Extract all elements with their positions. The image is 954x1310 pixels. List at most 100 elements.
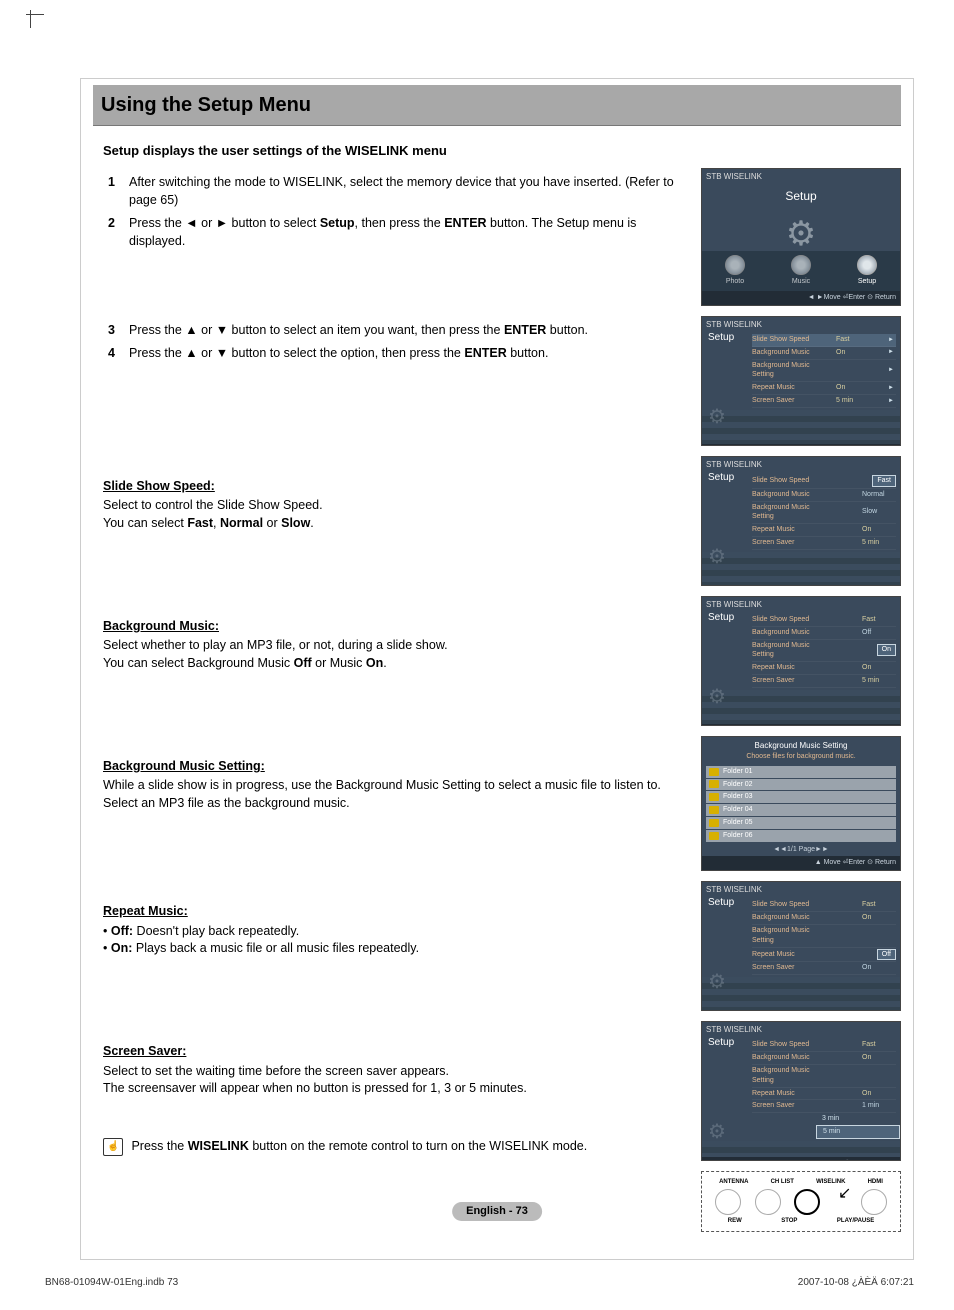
screenshot-title: Setup xyxy=(708,611,734,625)
row-value: 5 min xyxy=(862,676,896,686)
folder-label: Folder 06 xyxy=(723,831,753,841)
screenshot-title: Background Music Setting xyxy=(702,737,900,751)
section-bold: Off xyxy=(294,656,312,670)
folder-label: Folder 04 xyxy=(723,805,753,815)
option-item-selected: 5 min xyxy=(816,1125,900,1139)
folder-icon xyxy=(709,806,719,814)
row-label: Screen Saver xyxy=(752,1101,820,1111)
folder-row: Folder 06 xyxy=(706,830,896,842)
setup-icon xyxy=(857,255,877,275)
page-subtitle: Setup displays the user settings of the … xyxy=(103,142,901,160)
saver-option-list: 3 min 5 min xyxy=(816,1113,900,1139)
bullet-text: Doesn't play back repeatedly. xyxy=(133,924,299,938)
row-label: Screen Saver xyxy=(752,538,820,548)
setup-row-repeat: Repeat MusicOn xyxy=(752,1088,896,1101)
section-text: , xyxy=(213,516,220,530)
footer-right: 2007-10-08 ¿ÀÈÄ 6:07:21 xyxy=(798,1276,914,1290)
gear-icon: ⚙ xyxy=(708,543,732,567)
tab-label: Music xyxy=(792,278,810,285)
step-number: 1 xyxy=(103,174,115,209)
remote-antenna-button xyxy=(715,1189,741,1215)
screenshot-screen-saver: STB WISELINK Setup Slide Show SpeedFast … xyxy=(701,1021,901,1161)
tab-label: Setup xyxy=(858,278,876,285)
row-label: Background Music Setting xyxy=(752,926,820,946)
remote-wiselink-button xyxy=(794,1189,820,1215)
step-body: After switching the mode to WISELINK, se… xyxy=(129,174,677,209)
folder-icon xyxy=(709,819,719,827)
page-title: Using the Setup Menu xyxy=(101,94,311,116)
chevron-right-icon: ► xyxy=(886,348,896,356)
gear-icon: ⚙ xyxy=(771,211,831,251)
row-value: Fast xyxy=(862,1040,896,1050)
screenshot-bg-stripes xyxy=(702,1141,900,1157)
footer-left: BN68-01094W-01Eng.indb 73 xyxy=(45,1276,178,1290)
screenshot-footbar: ▲ Move ⏎Enter ⊙ Return xyxy=(702,1157,900,1161)
bullet-label: On: xyxy=(111,941,133,955)
row-value-selected: On xyxy=(877,644,896,656)
row-label: Background Music xyxy=(752,348,820,358)
screenshot-header: STB WISELINK xyxy=(702,457,900,470)
row-label: Slide Show Speed xyxy=(752,615,820,625)
remote-label: ANTENNA xyxy=(719,1178,748,1186)
row-value: On xyxy=(836,348,870,358)
row-label: Slide Show Speed xyxy=(752,335,820,345)
row-label: Screen Saver xyxy=(752,963,820,973)
screenshot-pagenav: ◄◄1/1 Page►► xyxy=(702,843,900,857)
setup-row-slideshow: Slide Show SpeedFast xyxy=(752,474,896,489)
tab-label: Photo xyxy=(726,278,744,285)
row-value-selected: Off xyxy=(877,949,896,961)
row-value: Fast xyxy=(862,615,896,625)
section-heading: Background Music Setting: xyxy=(103,758,677,776)
folder-label: Folder 01 xyxy=(723,767,753,777)
row-label: Repeat Music xyxy=(752,525,820,535)
section-heading: Screen Saver: xyxy=(103,1043,677,1061)
screenshot-header: STB WISELINK xyxy=(702,1022,900,1035)
row-label: Background Music Setting xyxy=(752,1066,820,1086)
screenshot-background-music: STB WISELINK Setup Slide Show SpeedFast … xyxy=(701,596,901,726)
row-label: Repeat Music xyxy=(752,950,820,960)
section-line: Select whether to play an MP3 file, or n… xyxy=(103,637,677,655)
page-number-badge: English - 73 xyxy=(452,1202,542,1221)
gear-icon: ⚙ xyxy=(708,403,732,427)
row-label: Background Music xyxy=(752,628,820,638)
screenshot-title: Setup xyxy=(708,331,734,345)
row-value: On xyxy=(862,963,896,973)
screenshot-title: Setup xyxy=(708,896,734,910)
bullet-text: Plays back a music file or all music fil… xyxy=(132,941,419,955)
page-title-bar: Using the Setup Menu xyxy=(93,85,901,126)
page-frame: Using the Setup Menu Setup displays the … xyxy=(80,78,914,1260)
section-text: You can select xyxy=(103,516,187,530)
setup-row-saver: Screen Saver5 min xyxy=(752,675,896,688)
section-line: You can select Fast, Normal or Slow. xyxy=(103,515,677,533)
gear-icon: ⚙ xyxy=(708,968,732,992)
remote-label: CH LIST xyxy=(771,1178,794,1186)
step-body: Press the ◄ or ► button to select Setup,… xyxy=(129,215,677,250)
remote-label: HDMI xyxy=(868,1178,883,1186)
step-bold: ENTER xyxy=(464,346,506,360)
section-repeat-music: Repeat Music: • Off: Doesn't play back r… xyxy=(103,903,677,958)
photo-icon xyxy=(725,255,745,275)
folder-row: Folder 03 xyxy=(706,791,896,803)
remote-hdmi-button xyxy=(861,1189,887,1215)
step-3: 3 Press the ▲ or ▼ button to select an i… xyxy=(103,322,677,340)
row-value: On xyxy=(862,663,896,673)
step-bold: Setup xyxy=(320,216,355,230)
step-2: 2 Press the ◄ or ► button to select Setu… xyxy=(103,215,677,250)
tip-text-part: Press the xyxy=(131,1139,187,1153)
section-line: While a slide show is in progress, use t… xyxy=(103,777,677,795)
section-heading: Background Music: xyxy=(103,618,677,636)
chevron-right-icon: ► xyxy=(886,336,896,344)
screenshot-header: STB WISELINK xyxy=(702,317,900,330)
setup-row-slideshow: Slide Show Speed Fast xyxy=(752,614,896,627)
step-text: Press the ▲ or ▼ button to select an ite… xyxy=(129,323,504,337)
folder-row: Folder 05 xyxy=(706,817,896,829)
tab-photo: Photo xyxy=(705,255,764,287)
section-text: . xyxy=(310,516,313,530)
section-bold: Normal xyxy=(220,516,263,530)
row-label: Background Music Setting xyxy=(752,361,820,381)
section-heading: Repeat Music: xyxy=(103,903,677,921)
setup-row-bgms: Background Music Setting xyxy=(752,925,896,948)
folder-label: Folder 03 xyxy=(723,792,753,802)
section-bold: On xyxy=(366,656,383,670)
step-text: Press the ▲ or ▼ button to select the op… xyxy=(129,346,464,360)
